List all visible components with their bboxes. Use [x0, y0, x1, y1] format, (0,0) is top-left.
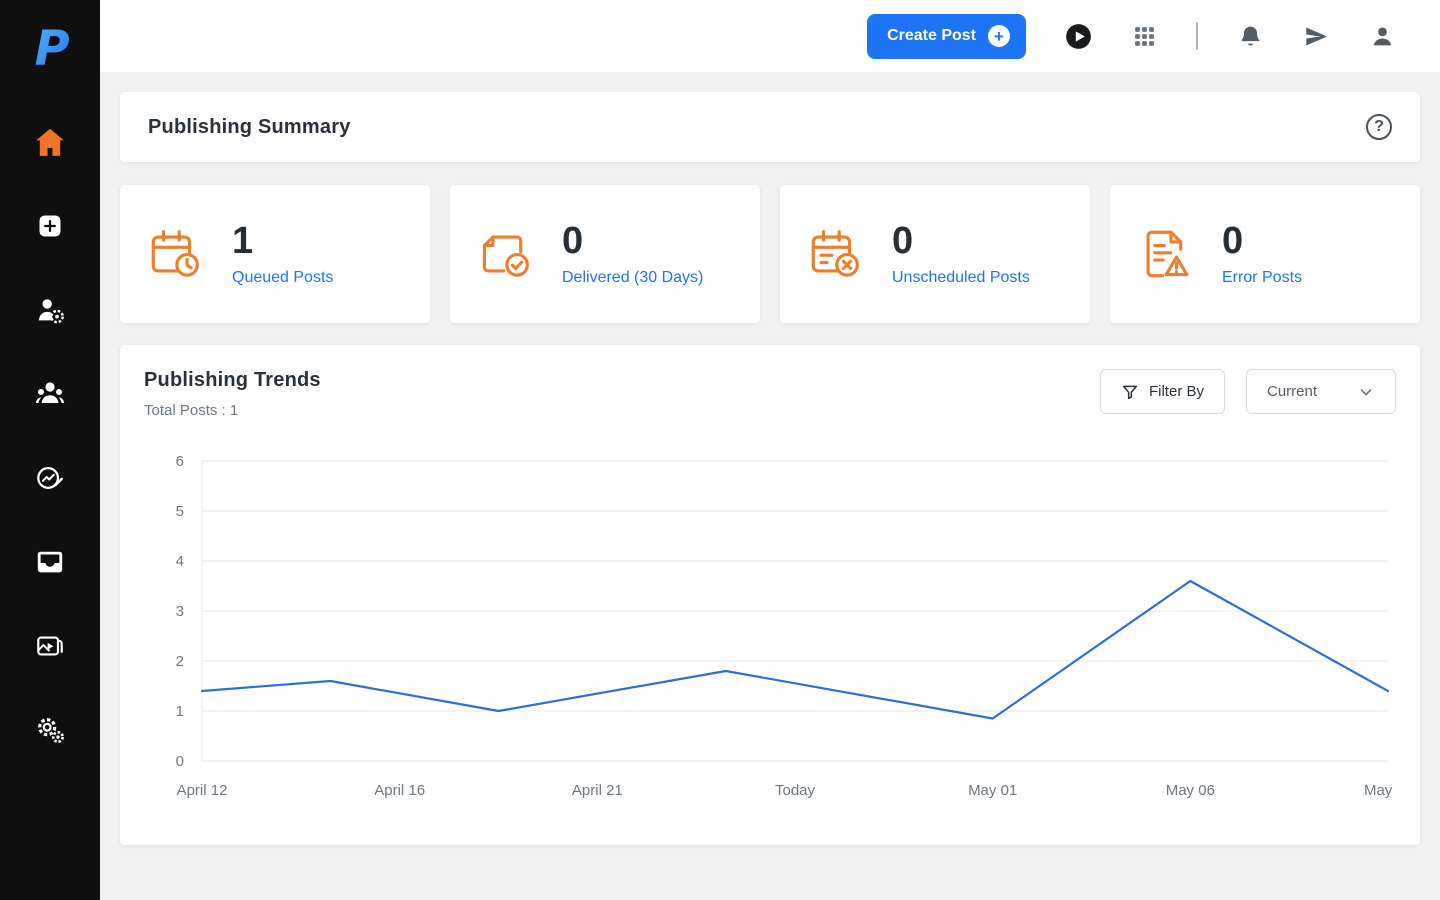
- publishing-trends-title: Publishing Trends: [144, 369, 321, 392]
- svg-text:6: 6: [176, 453, 184, 470]
- create-post-button[interactable]: Create Post +: [867, 14, 1026, 59]
- help-icon[interactable]: ?: [1366, 114, 1392, 140]
- stat-card-queued[interactable]: 1 Queued Posts: [120, 185, 430, 323]
- sidebar-item-account[interactable]: [32, 292, 68, 328]
- range-selected-value: Current: [1267, 383, 1317, 400]
- app-root: P: [0, 0, 1440, 900]
- queued-posts-value: 1: [232, 221, 333, 263]
- svg-text:Today: Today: [775, 782, 816, 799]
- stat-text: 1 Queued Posts: [232, 221, 333, 287]
- stat-text: 0 Unscheduled Posts: [892, 221, 1030, 287]
- calendar-check-icon: [476, 225, 534, 283]
- sidebar-item-inbox[interactable]: [32, 544, 68, 580]
- error-posts-label[interactable]: Error Posts: [1222, 269, 1302, 287]
- inbox-icon: [35, 547, 65, 577]
- trends-chart: 0 1 2 3 4 5 6 April 12 April 16 April 21 Today May …: [144, 443, 1396, 813]
- sidebar-item-settings[interactable]: [32, 712, 68, 748]
- stat-card-error[interactable]: 0 Error Posts: [1110, 185, 1420, 323]
- topbar: Create Post +: [100, 0, 1440, 72]
- svg-text:3: 3: [176, 603, 184, 620]
- publishing-summary-title: Publishing Summary: [148, 116, 351, 139]
- trends-header: Publishing Trends Total Posts : 1 Filter…: [144, 369, 1396, 419]
- app-logo[interactable]: P: [24, 22, 76, 78]
- queued-posts-label[interactable]: Queued Posts: [232, 269, 333, 287]
- delivered-label[interactable]: Delivered (30 Days): [562, 269, 703, 287]
- svg-text:2: 2: [176, 653, 184, 670]
- sidebar-item-analytics[interactable]: [32, 460, 68, 496]
- send-icon[interactable]: [1302, 22, 1330, 50]
- bell-icon[interactable]: [1236, 22, 1264, 50]
- stat-card-delivered[interactable]: 0 Delivered (30 Days): [450, 185, 760, 323]
- stat-text: 0 Delivered (30 Days): [562, 221, 703, 287]
- svg-text:P: P: [35, 23, 70, 77]
- media-library-icon: [35, 631, 65, 661]
- home-icon: [33, 125, 67, 159]
- members-icon: [34, 378, 66, 410]
- sidebar-nav: [32, 124, 68, 748]
- apps-grid-icon[interactable]: [1130, 22, 1158, 50]
- sidebar-item-members[interactable]: [32, 376, 68, 412]
- sidebar-item-media[interactable]: [32, 628, 68, 664]
- account-settings-icon: [35, 295, 65, 325]
- svg-text:April 21: April 21: [572, 782, 623, 799]
- svg-text:5: 5: [176, 503, 184, 520]
- plus-icon: +: [988, 25, 1010, 47]
- total-posts-label: Total Posts : 1: [144, 402, 321, 419]
- stat-card-unscheduled[interactable]: 0 Unscheduled Posts: [780, 185, 1090, 323]
- topbar-divider: [1196, 22, 1198, 50]
- calendar-x-icon: [806, 225, 864, 283]
- play-circle-icon[interactable]: [1064, 22, 1092, 50]
- svg-text:4: 4: [176, 553, 184, 570]
- filter-by-button[interactable]: Filter By: [1100, 369, 1225, 414]
- delivered-value: 0: [562, 221, 703, 263]
- stat-text: 0 Error Posts: [1222, 221, 1302, 287]
- range-dropdown[interactable]: Current: [1246, 369, 1396, 414]
- svg-text:0: 0: [176, 753, 184, 770]
- svg-text:May 06: May 06: [1166, 782, 1215, 799]
- dashboard-content: Publishing Summary ? 1 Queued Posts: [100, 72, 1440, 900]
- sidebar-item-create[interactable]: [32, 208, 68, 244]
- svg-text:May 11: May 11: [1364, 782, 1396, 799]
- document-warning-icon: [1136, 225, 1194, 283]
- publishing-trends-card: Publishing Trends Total Posts : 1 Filter…: [120, 345, 1420, 845]
- sidebar: P: [0, 0, 100, 900]
- svg-text:April 12: April 12: [177, 782, 228, 799]
- trends-controls: Filter By Current: [1100, 369, 1396, 414]
- logo-p-icon: P: [25, 23, 75, 77]
- filter-by-label: Filter By: [1149, 383, 1204, 400]
- calendar-clock-icon: [146, 225, 204, 283]
- profile-icon[interactable]: [1368, 22, 1396, 50]
- publishing-summary-card: Publishing Summary ?: [120, 92, 1420, 162]
- create-post-label: Create Post: [887, 27, 976, 45]
- settings-icon: [35, 715, 65, 745]
- sidebar-item-home[interactable]: [32, 124, 68, 160]
- svg-text:May 01: May 01: [968, 782, 1017, 799]
- unscheduled-value: 0: [892, 221, 1030, 263]
- svg-text:1: 1: [176, 703, 184, 720]
- create-post-icon: [36, 212, 64, 240]
- trends-title-block: Publishing Trends Total Posts : 1: [144, 369, 321, 419]
- error-posts-value: 0: [1222, 221, 1302, 263]
- main-column: Create Post +: [100, 0, 1440, 900]
- funnel-icon: [1121, 383, 1139, 401]
- analytics-icon: [35, 463, 65, 493]
- unscheduled-label[interactable]: Unscheduled Posts: [892, 269, 1030, 287]
- summary-stats-row: 1 Queued Posts 0 Delivered (30 Days): [120, 185, 1420, 323]
- svg-text:April 16: April 16: [374, 782, 425, 799]
- chevron-down-icon: [1357, 383, 1375, 401]
